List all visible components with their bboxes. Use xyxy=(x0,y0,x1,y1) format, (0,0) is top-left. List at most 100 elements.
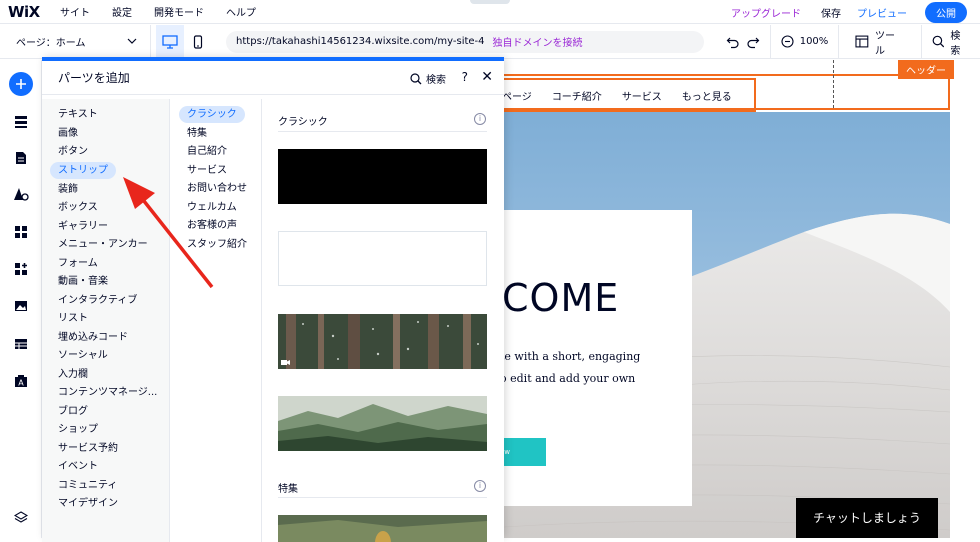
zoom-control[interactable]: 100% xyxy=(771,25,839,59)
subcategory-item[interactable]: スタッフ紹介 xyxy=(179,236,255,253)
category-item[interactable]: コミュニティ xyxy=(50,477,125,494)
tools-button[interactable]: ツール xyxy=(839,25,914,59)
category-item[interactable]: ソーシャル xyxy=(50,347,116,364)
subcategory-item[interactable]: ウェルカム xyxy=(179,199,245,216)
subcategory-item[interactable]: お客様の声 xyxy=(179,217,245,234)
cms-button[interactable]: A xyxy=(9,369,33,393)
redo-icon[interactable] xyxy=(746,35,760,49)
top-bar-handle[interactable] xyxy=(470,0,510,4)
mobile-view-button[interactable] xyxy=(184,25,212,59)
category-item[interactable]: 入力欄 xyxy=(50,366,96,383)
svg-text:A: A xyxy=(18,379,24,388)
category-item[interactable]: リスト xyxy=(50,310,96,327)
add-elements-button[interactable] xyxy=(9,72,33,96)
design-icon xyxy=(14,188,29,201)
app-market-button[interactable] xyxy=(9,257,33,281)
nav-item[interactable]: もっと見る xyxy=(682,88,732,103)
zoom-out-icon[interactable] xyxy=(781,35,794,48)
strip-thumbnail-black[interactable] xyxy=(278,149,487,204)
subcategory-item-selected[interactable]: クラシック xyxy=(179,106,245,123)
tools-icon xyxy=(855,35,869,48)
category-item[interactable]: ボックス xyxy=(50,199,106,216)
hero-text-card[interactable]: COME te with a short, engaging o edit an… xyxy=(504,210,692,506)
add-elements-panel: パーツを追加 検索 ? ✕ テキスト 画像 ボタン ストリップ 装飾 ボックス … xyxy=(42,57,504,542)
layers-button[interactable] xyxy=(9,506,33,530)
menu-dev-mode[interactable]: 開発モード xyxy=(154,4,204,19)
save-button[interactable]: 保存 xyxy=(821,5,841,20)
desktop-view-button[interactable] xyxy=(156,24,185,59)
close-button[interactable]: ✕ xyxy=(481,69,493,85)
category-item[interactable]: コンテンツマネージ... xyxy=(50,384,165,401)
panel-search-button[interactable]: 検索 xyxy=(410,71,446,86)
info-icon[interactable]: i xyxy=(474,480,486,492)
search-icon xyxy=(932,35,944,48)
publish-button[interactable]: 公開 xyxy=(925,1,967,23)
menu-site[interactable]: サイト xyxy=(60,4,90,19)
category-item[interactable]: ギャラリー xyxy=(50,218,116,235)
help-button[interactable]: ? xyxy=(462,70,468,84)
editor-search-button[interactable]: 検索 xyxy=(922,25,980,59)
category-item[interactable]: インタラクティブ xyxy=(50,292,145,309)
tools-label: ツール xyxy=(875,30,896,57)
media-button[interactable] xyxy=(9,294,33,318)
blog-icon xyxy=(16,152,26,164)
design-button[interactable] xyxy=(9,182,33,206)
hero-text-line: o edit and add your own xyxy=(504,372,636,385)
info-icon[interactable]: i xyxy=(474,113,486,125)
strip-thumbnail-forest-video[interactable] xyxy=(278,314,487,369)
category-item[interactable]: 埋め込みコード xyxy=(50,329,136,346)
category-item[interactable]: メニュー・アンカー xyxy=(50,236,156,253)
nav-item[interactable]: コーチ紹介 xyxy=(552,88,602,103)
subcategory-item[interactable]: 自己紹介 xyxy=(179,143,235,160)
editor-toolbar: ページ：ホーム https://takahashi14561234.wixsit… xyxy=(0,24,980,59)
left-tool-rail: A xyxy=(0,60,42,538)
section-title: クラシック xyxy=(278,117,328,128)
page-selector[interactable]: ページ：ホーム xyxy=(0,24,152,59)
blog-button[interactable] xyxy=(9,146,33,170)
site-canvas[interactable]: ヘッダー ページ コーチ紹介 サービス もっと見る COME te with a… xyxy=(504,60,980,538)
table-button[interactable] xyxy=(9,332,33,356)
category-item[interactable]: ショップ xyxy=(50,421,106,438)
panel-title: パーツを追加 xyxy=(58,71,130,85)
media-icon xyxy=(15,301,27,311)
category-item[interactable]: サービス予約 xyxy=(50,440,126,457)
layers-icon xyxy=(14,511,28,523)
apps-button[interactable] xyxy=(9,220,33,244)
category-item[interactable]: 動画・音楽 xyxy=(50,273,116,290)
preview-button[interactable]: プレビュー xyxy=(857,5,907,20)
site-url-bar[interactable]: https://takahashi14561234.wixsite.com/my… xyxy=(226,30,704,53)
strip-thumbnail-mountains[interactable] xyxy=(278,396,487,451)
category-item[interactable]: ボタン xyxy=(50,143,96,160)
upgrade-link[interactable]: アップグレード xyxy=(731,5,801,20)
nav-item[interactable]: ページ xyxy=(504,88,532,103)
subcategory-item[interactable]: 特集 xyxy=(179,125,215,142)
subcategory-item[interactable]: お問い合わせ xyxy=(179,180,255,197)
section-title: 特集 xyxy=(278,484,298,495)
category-item[interactable]: マイデザイン xyxy=(50,495,126,512)
subcategory-item[interactable]: サービス xyxy=(179,162,235,179)
menus-pages-icon xyxy=(15,116,27,128)
desktop-icon xyxy=(162,34,178,49)
category-item[interactable]: 画像 xyxy=(50,125,86,142)
chat-button[interactable]: チャットしましょう xyxy=(796,498,938,538)
menus-pages-button[interactable] xyxy=(9,110,33,134)
section-divider xyxy=(278,131,487,132)
category-item[interactable]: イベント xyxy=(50,458,106,475)
menu-settings[interactable]: 設定 xyxy=(112,4,132,19)
strip-thumbnail-white[interactable] xyxy=(278,231,487,286)
hero-button[interactable]: ow xyxy=(504,438,546,466)
category-item[interactable]: フォーム xyxy=(50,255,106,272)
category-item-selected[interactable]: ストリップ xyxy=(50,162,116,179)
hero-title: COME xyxy=(504,276,620,320)
site-nav-menu[interactable]: ページ コーチ紹介 サービス もっと見る xyxy=(504,78,756,112)
top-menu-bar: WiX サイト 設定 開発モード ヘルプ アップグレード 保存 プレビュー 公開 xyxy=(0,0,980,24)
category-item[interactable]: テキスト xyxy=(50,106,106,123)
menu-help[interactable]: ヘルプ xyxy=(226,4,256,19)
connect-domain-link[interactable]: 独自ドメインを接続 xyxy=(493,34,583,49)
wix-logo[interactable]: WiX xyxy=(8,3,60,21)
category-item[interactable]: 装飾 xyxy=(50,181,86,198)
undo-icon[interactable] xyxy=(726,35,740,49)
category-item[interactable]: ブログ xyxy=(50,403,96,420)
mobile-icon xyxy=(194,34,203,49)
nav-item[interactable]: サービス xyxy=(622,88,662,103)
